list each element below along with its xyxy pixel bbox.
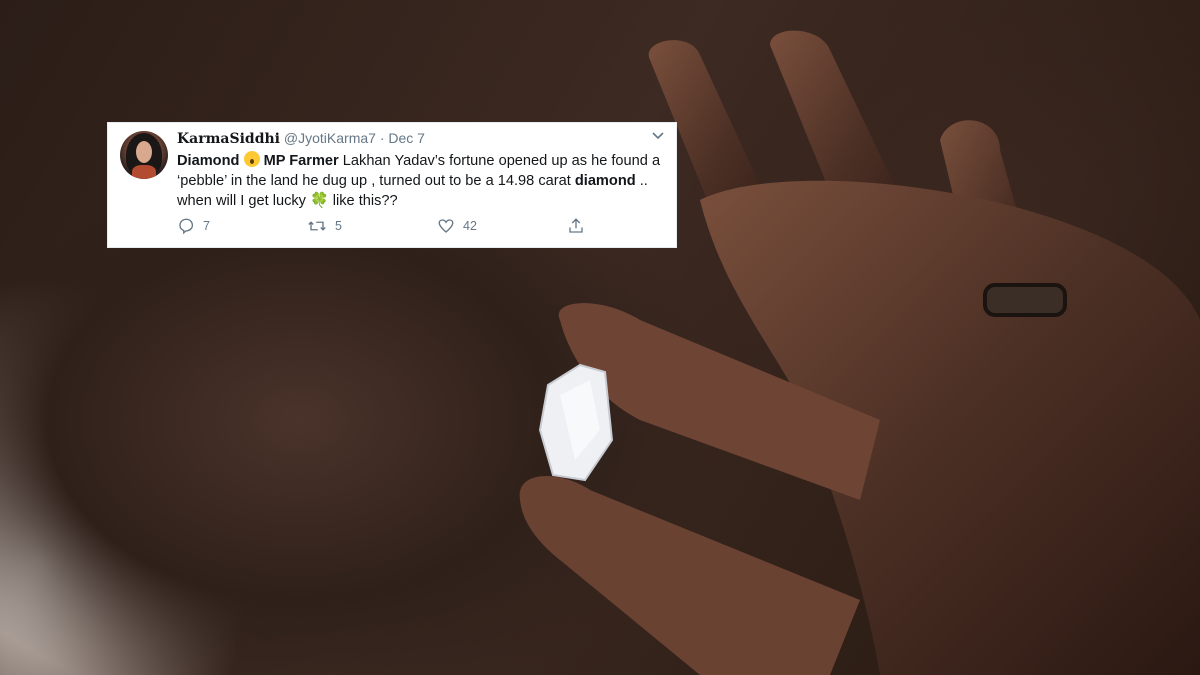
tweet-card[interactable]: KarmaSiddhi @JyotiKarma7 · Dec 7 Diamond… bbox=[107, 122, 677, 248]
tweet-text-part: like this?? bbox=[328, 193, 398, 209]
avatar-shirt bbox=[132, 165, 156, 179]
share-icon bbox=[569, 218, 583, 233]
retweet-button[interactable]: 5 bbox=[307, 217, 342, 235]
clover-emoji: 🍀 bbox=[310, 192, 329, 209]
like-icon bbox=[438, 219, 454, 233]
tweet-word-mp-farmer[interactable]: MP Farmer bbox=[264, 153, 339, 169]
avatar-face bbox=[136, 141, 152, 163]
reply-icon bbox=[179, 218, 194, 235]
tweet-date[interactable]: Dec 7 bbox=[388, 130, 425, 146]
retweet-icon bbox=[308, 221, 326, 231]
chevron-down-icon[interactable] bbox=[652, 129, 664, 143]
tweet-word-diamond-bold[interactable]: diamond bbox=[575, 173, 636, 189]
tweet-text: Diamond MP Farmer Lakhan Yadav’s fortune… bbox=[177, 151, 667, 211]
share-button[interactable] bbox=[567, 217, 585, 235]
like-count: 42 bbox=[463, 219, 477, 233]
background-photo-hand-holding-diamond bbox=[0, 0, 1200, 675]
surprised-face-emoji bbox=[243, 151, 260, 167]
handle[interactable]: @JyotiKarma7 bbox=[284, 130, 376, 146]
avatar[interactable] bbox=[120, 131, 168, 179]
retweet-count: 5 bbox=[335, 219, 342, 233]
display-name[interactable]: KarmaSiddhi bbox=[177, 131, 280, 147]
hand-illustration bbox=[519, 30, 1200, 675]
tweet-header: KarmaSiddhi @JyotiKarma7 · Dec 7 bbox=[177, 130, 425, 147]
reply-button[interactable]: 7 bbox=[177, 217, 210, 235]
separator-dot: · bbox=[379, 130, 385, 146]
like-button[interactable]: 42 bbox=[437, 217, 477, 235]
tweet-word-diamond[interactable]: Diamond bbox=[177, 153, 239, 169]
tweet-actions: 7 5 42 bbox=[177, 217, 597, 237]
reply-count: 7 bbox=[203, 219, 210, 233]
